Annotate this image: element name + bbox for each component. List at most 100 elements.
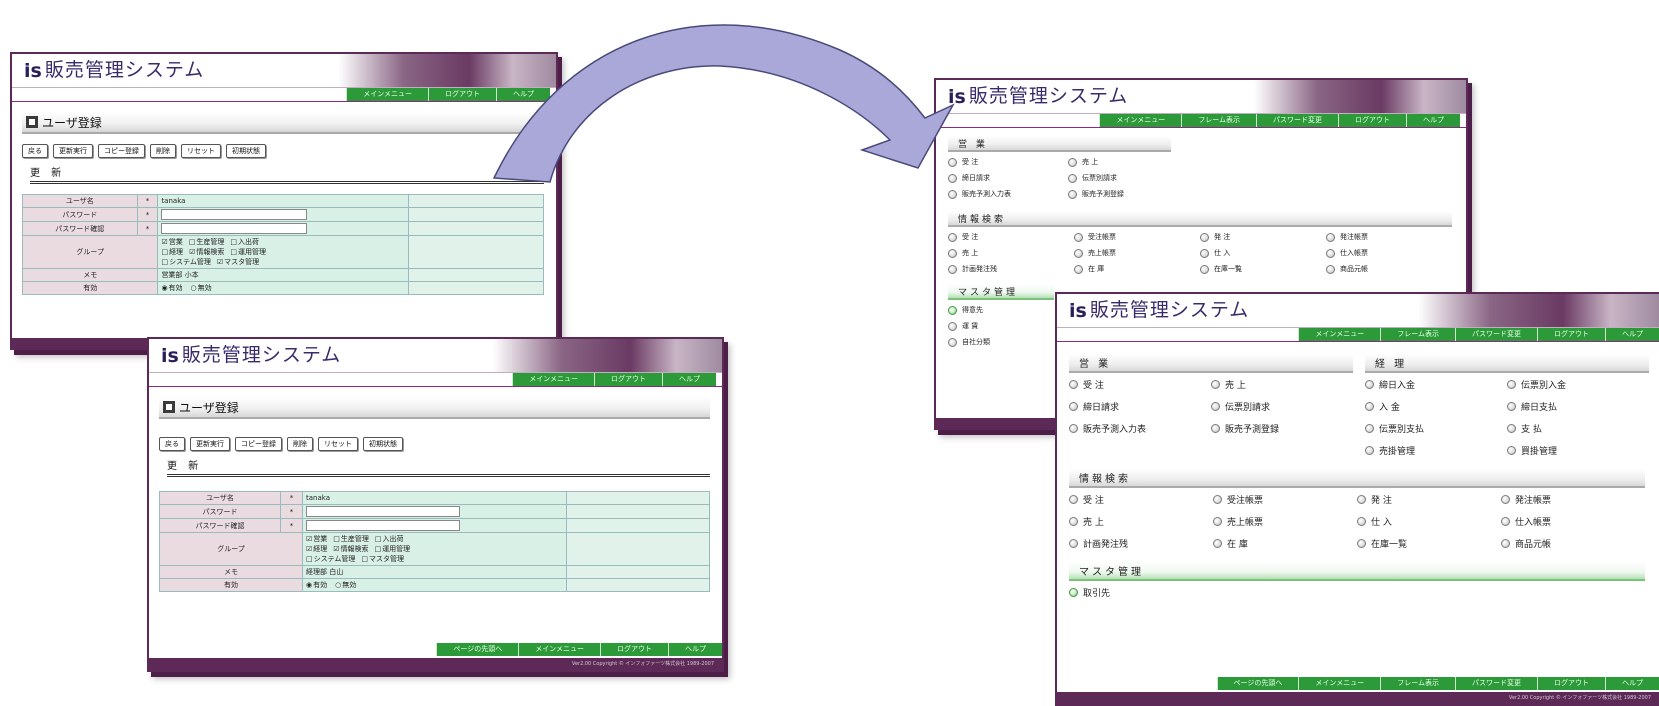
bullet-icon bbox=[1365, 446, 1374, 455]
group-checkbox[interactable]: 情報検索 bbox=[333, 544, 369, 554]
menu-item[interactable]: 締日入金 bbox=[1365, 378, 1507, 391]
master-section: マスタ管理 取引先 bbox=[1069, 562, 1645, 599]
bullet-icon bbox=[1507, 446, 1516, 455]
menu-item[interactable]: 仕 入 bbox=[1357, 515, 1501, 528]
nav-frame[interactable]: フレーム表示 bbox=[1380, 328, 1455, 341]
nav-help[interactable]: ヘルプ bbox=[1605, 328, 1659, 341]
bullet-icon bbox=[1069, 495, 1078, 504]
nav-help[interactable]: ヘルプ bbox=[668, 643, 722, 656]
nav-main-menu[interactable]: メインメニュー bbox=[518, 643, 600, 656]
group-checkbox[interactable]: 生産管理 bbox=[333, 534, 369, 544]
group-checkbox[interactable]: 入出荷 bbox=[375, 534, 404, 544]
sales-section: 営 業 受 注 売 上 締日請求 伝票別請求 販売予測入力表 販売予測登録 bbox=[1069, 354, 1353, 457]
nav-main-menu[interactable]: メインメニュー bbox=[1298, 677, 1381, 690]
update-heading: 更 新 bbox=[167, 457, 710, 477]
bullet-icon bbox=[1069, 517, 1078, 526]
required-mark: * bbox=[280, 518, 303, 533]
top-nav: メインメニュー ログアウト ヘルプ bbox=[149, 373, 722, 387]
nav-help[interactable]: ヘルプ bbox=[662, 373, 716, 386]
group-checkbox[interactable]: 運用管理 bbox=[375, 544, 410, 554]
menu-item[interactable]: 販売予測入力表 bbox=[1069, 422, 1211, 435]
menu-item[interactable]: 締日支払 bbox=[1507, 400, 1649, 413]
menu-item[interactable]: 伝票別請求 bbox=[1211, 400, 1353, 413]
password-input[interactable] bbox=[306, 506, 461, 517]
user-form-table: ユーザ名 * tanaka パスワード * パスワード確認 * グループ 営業生… bbox=[159, 491, 710, 592]
nav-frame[interactable]: フレーム表示 bbox=[1380, 677, 1455, 690]
menu-item[interactable]: 在庫一覧 bbox=[1357, 537, 1501, 550]
bullet-icon bbox=[1069, 380, 1078, 389]
valid-radio[interactable]: 有効 bbox=[306, 580, 327, 590]
menu-item[interactable]: 発 注 bbox=[1357, 493, 1501, 506]
menu-item[interactable]: 発注帳票 bbox=[1501, 493, 1645, 506]
menu-item[interactable]: 受注帳票 bbox=[1213, 493, 1357, 506]
bottom-nav: ページの先頭へ メインメニュー ログアウト ヘルプ bbox=[436, 643, 722, 656]
delete-button[interactable]: 削除 bbox=[287, 437, 313, 451]
section-title: マスタ管理 bbox=[1069, 562, 1645, 581]
section-title: 営 業 bbox=[1069, 354, 1353, 373]
required-mark: * bbox=[280, 491, 303, 505]
bullet-icon bbox=[1507, 380, 1516, 389]
search-section: 情報検索 受 注 受注帳票 発 注 発注帳票 売 上 売上帳票 仕 入 仕入帳票… bbox=[1069, 469, 1645, 550]
menu-item[interactable]: 買掛管理 bbox=[1507, 444, 1649, 457]
bullet-icon bbox=[1365, 424, 1374, 433]
menu-item[interactable]: 売 上 bbox=[1211, 378, 1353, 391]
main-menu-window: is 販売管理システム メインメニュー フレーム表示 パスワード変更 ログアウト… bbox=[1055, 292, 1659, 706]
nav-logout[interactable]: ログアウト bbox=[594, 373, 662, 386]
valid-radios: 有効無効 bbox=[302, 578, 567, 592]
menu-item[interactable]: 支 払 bbox=[1507, 422, 1649, 435]
menu-item[interactable]: 売上帳票 bbox=[1213, 515, 1357, 528]
memo-field[interactable]: 経理部 白山 bbox=[302, 565, 567, 579]
group-checkbox[interactable]: マスタ管理 bbox=[361, 554, 404, 564]
menu-item[interactable]: 仕入帳票 bbox=[1501, 515, 1645, 528]
reset-button[interactable]: リセット bbox=[318, 437, 358, 451]
update-button[interactable]: 更新実行 bbox=[190, 437, 230, 451]
menu-item[interactable]: 商品元帳 bbox=[1501, 537, 1645, 550]
valid-label: 有効 bbox=[159, 578, 303, 592]
nav-password-change[interactable]: パスワード変更 bbox=[1455, 328, 1537, 341]
nav-logout[interactable]: ログアウト bbox=[1537, 328, 1605, 341]
menu-item[interactable]: 伝票別入金 bbox=[1507, 378, 1649, 391]
back-button[interactable]: 戻る bbox=[159, 437, 185, 451]
accounting-section: 経 理 締日入金 伝票別入金 入 金 締日支払 伝票別支払 支 払 売掛管理 買… bbox=[1365, 354, 1649, 457]
bullet-icon bbox=[1213, 495, 1222, 504]
menu-item[interactable]: 締日請求 bbox=[1069, 400, 1211, 413]
menu-item[interactable]: 売 上 bbox=[1069, 515, 1213, 528]
bullet-icon bbox=[1507, 424, 1516, 433]
menu-item[interactable]: 計画発注残 bbox=[1069, 537, 1213, 550]
bullet-icon bbox=[1213, 517, 1222, 526]
menu-item[interactable]: 売掛管理 bbox=[1365, 444, 1507, 457]
nav-main-menu[interactable]: メインメニュー bbox=[512, 373, 594, 386]
group-checkbox[interactable]: 経理 bbox=[306, 544, 327, 554]
group-checkbox[interactable]: 営業 bbox=[306, 534, 327, 544]
nav-main-menu[interactable]: メインメニュー bbox=[1298, 328, 1381, 341]
nav-page-top[interactable]: ページの先頭へ bbox=[1216, 677, 1299, 690]
nav-help[interactable]: ヘルプ bbox=[1605, 677, 1659, 690]
menu-item[interactable]: 伝票別支払 bbox=[1365, 422, 1507, 435]
bullet-icon bbox=[1357, 517, 1366, 526]
copyright-text: Ver2.00 Copyright © インフォファーツ株式会社 1989-20… bbox=[1057, 692, 1659, 704]
password-confirm-label: パスワード確認 bbox=[159, 518, 281, 533]
menu-item[interactable]: 受 注 bbox=[1069, 493, 1213, 506]
menu-item[interactable]: 在 庫 bbox=[1213, 537, 1357, 550]
group-checkbox[interactable]: システム管理 bbox=[306, 554, 356, 564]
page-heading: ユーザ登録 bbox=[159, 397, 710, 419]
copy-register-button[interactable]: コピー登録 bbox=[235, 437, 282, 451]
nav-logout[interactable]: ログアウト bbox=[1537, 677, 1605, 690]
initial-state-button[interactable]: 初期状態 bbox=[363, 437, 403, 451]
menu-item[interactable]: 販売予測登録 bbox=[1211, 422, 1353, 435]
nav-page-top[interactable]: ページの先頭へ bbox=[436, 643, 519, 656]
invalid-radio[interactable]: 無効 bbox=[335, 580, 356, 590]
title-bar: is 販売管理システム bbox=[1057, 294, 1659, 328]
nav-password-change[interactable]: パスワード変更 bbox=[1455, 677, 1537, 690]
bullet-icon bbox=[1069, 539, 1078, 548]
app-logo: is bbox=[161, 345, 179, 367]
menu-item[interactable]: 受 注 bbox=[1069, 378, 1211, 391]
bullet-icon bbox=[1501, 539, 1510, 548]
menu-item[interactable]: 入 金 bbox=[1365, 400, 1507, 413]
user-label: ユーザ名 bbox=[159, 491, 281, 505]
search-menu: 受 注 受注帳票 発 注 発注帳票 売 上 売上帳票 仕 入 仕入帳票 計画発注… bbox=[1069, 493, 1645, 550]
password-confirm-input[interactable] bbox=[306, 520, 461, 531]
bullet-icon bbox=[1507, 402, 1516, 411]
nav-logout[interactable]: ログアウト bbox=[600, 643, 668, 656]
menu-item[interactable]: 取引先 bbox=[1069, 586, 1213, 599]
